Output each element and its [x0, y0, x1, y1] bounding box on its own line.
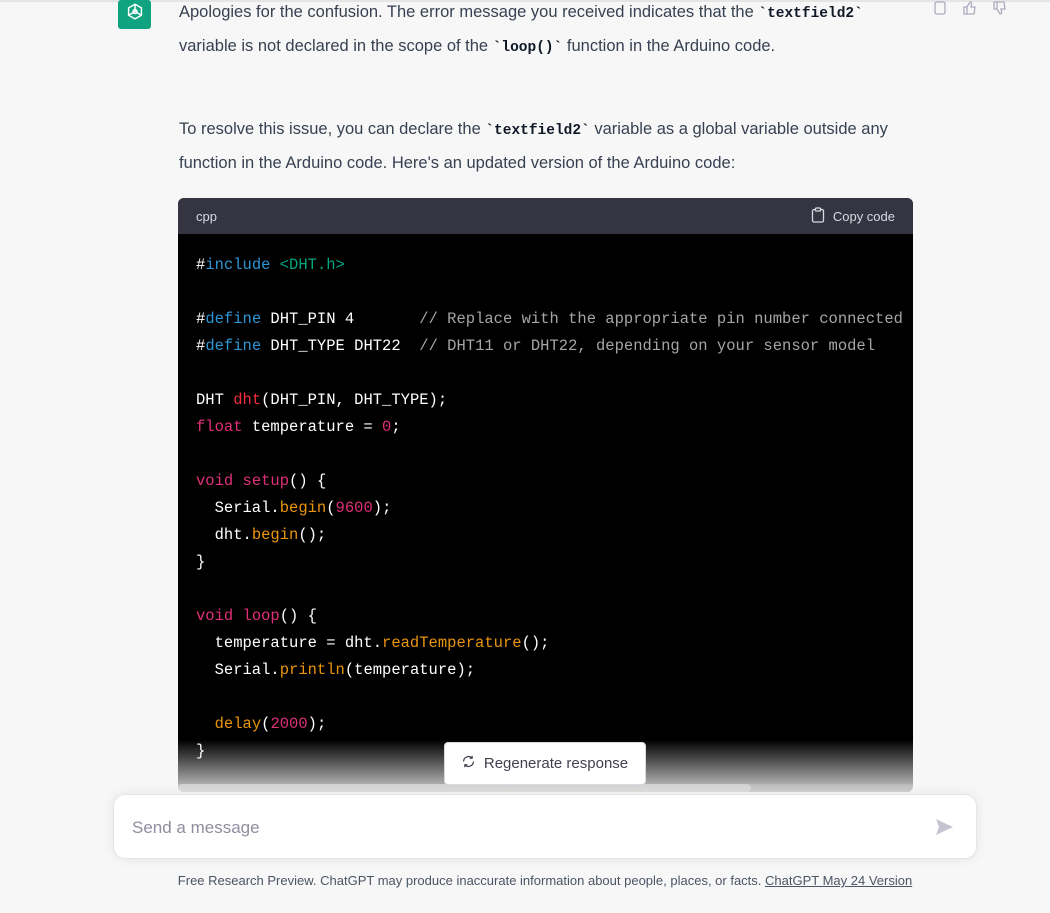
message-composer — [113, 794, 977, 859]
regenerate-response-button[interactable]: Regenerate response — [444, 742, 646, 785]
code-line: temperature = dht.readTemperature(); — [196, 634, 550, 652]
message-input[interactable] — [132, 815, 912, 841]
text-segment: Apologies for the confusion. The error m… — [179, 3, 759, 21]
code-line: #define DHT_TYPE DHT22 // DHT11 or DHT22… — [196, 337, 876, 355]
regenerate-label: Regenerate response — [483, 755, 629, 772]
assistant-paragraph-1: Apologies for the confusion. The error m… — [179, 0, 919, 64]
inline-code: `textfield2` — [485, 123, 590, 139]
send-icon[interactable] — [934, 817, 954, 837]
inline-code: `loop()` — [492, 40, 563, 56]
code-line: float temperature = 0; — [196, 418, 401, 436]
code-line: } — [196, 553, 206, 571]
copy-code-button[interactable]: Copy code — [811, 206, 895, 226]
code-line: Serial.begin(9600); — [196, 499, 392, 517]
clipboard-icon — [811, 206, 825, 226]
code-content: #include <DHT.h> #define DHT_PIN 4 // Re… — [178, 234, 913, 765]
scrollbar-thumb[interactable] — [178, 784, 751, 792]
copy-code-label: Copy code — [832, 208, 895, 224]
code-horizontal-scrollbar[interactable] — [178, 784, 913, 792]
code-block-header: cpp Copy code — [178, 198, 913, 234]
code-line: void loop() { — [196, 607, 317, 625]
code-block: cpp Copy code #include <DHT.h> #define D… — [178, 198, 913, 792]
copy-icon[interactable] — [932, 0, 948, 16]
openai-logo-icon — [124, 1, 146, 28]
message-feedback-actions — [932, 0, 1008, 16]
code-line: DHT dht(DHT_PIN, DHT_TYPE); — [196, 391, 448, 409]
footer-disclaimer: Free Research Preview. ChatGPT may produ… — [0, 873, 1050, 888]
code-line: Serial.println(temperature); — [196, 661, 476, 679]
code-language-label: cpp — [196, 208, 217, 224]
code-line: dht.begin(); — [196, 526, 327, 544]
code-line: #include <DHT.h> — [196, 256, 345, 274]
text-segment: variable is not declared in the scope of… — [179, 37, 493, 55]
refresh-icon — [462, 755, 475, 772]
code-line: #define DHT_PIN 4 // Replace with the ap… — [196, 310, 903, 328]
version-link[interactable]: ChatGPT May 24 Version — [765, 873, 912, 888]
code-line: void setup() { — [196, 472, 327, 490]
thumbs-up-icon[interactable] — [962, 0, 978, 16]
thumbs-down-icon[interactable] — [992, 0, 1008, 16]
inline-code: `textfield2` — [758, 6, 863, 22]
text-segment: function in the Arduino code. — [562, 37, 776, 55]
footer-text: Free Research Preview. ChatGPT may produ… — [177, 873, 766, 888]
assistant-paragraph-2: To resolve this issue, you can declare t… — [179, 113, 919, 179]
code-line: delay(2000); — [214, 715, 327, 733]
text-segment: To resolve this issue, you can declare t… — [179, 120, 486, 138]
assistant-avatar — [118, 0, 151, 29]
